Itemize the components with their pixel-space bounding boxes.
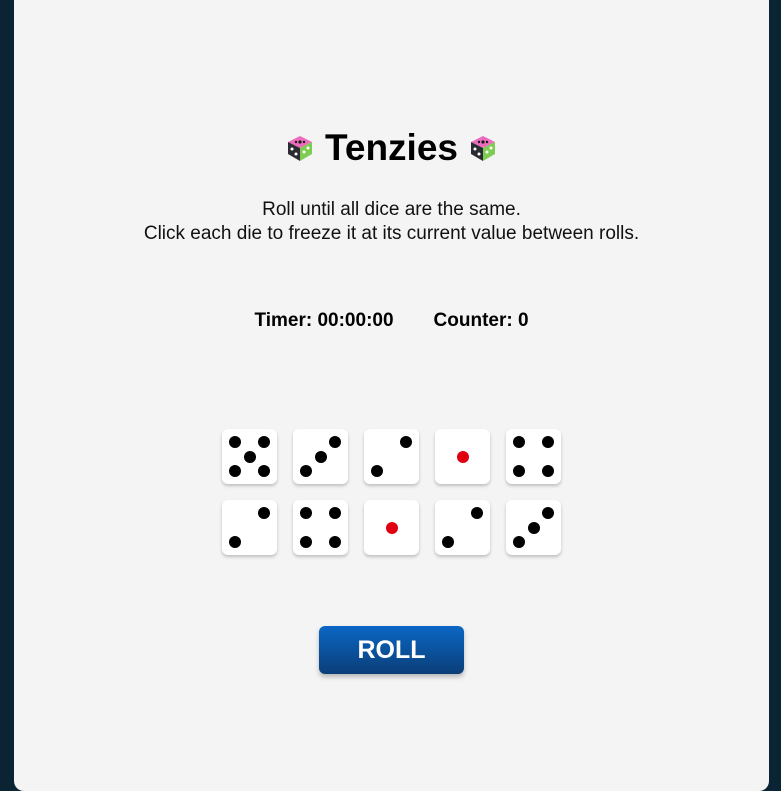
die-pip: [257, 464, 270, 477]
counter-display: Counter: 0: [433, 310, 529, 331]
die[interactable]: [222, 500, 277, 555]
die-pip: [513, 464, 526, 477]
game-card: Tenzies Roll until all dice are the same…: [14, 0, 769, 791]
die-pip: [527, 521, 540, 534]
instructions-line-1: Roll until all dice are the same.: [262, 199, 521, 220]
die-pip: [470, 507, 483, 520]
die[interactable]: [222, 429, 277, 484]
die-pip: [229, 436, 242, 449]
die-pip: [371, 464, 384, 477]
die-pip: [300, 507, 313, 520]
die-pip: [513, 436, 526, 449]
die[interactable]: [364, 429, 419, 484]
die-pip: [442, 535, 455, 548]
die[interactable]: [293, 429, 348, 484]
die-pip: [300, 464, 313, 477]
die-pip: [456, 450, 469, 463]
dice-icon: [288, 136, 313, 161]
die-pip: [314, 450, 327, 463]
die-pip: [541, 507, 554, 520]
die-pip: [229, 464, 242, 477]
die-pip: [328, 507, 341, 520]
page-title: Tenzies: [325, 127, 458, 168]
die[interactable]: [435, 500, 490, 555]
die-pip: [328, 436, 341, 449]
instructions: Roll until all dice are the same. Click …: [14, 198, 769, 246]
die-pip: [385, 521, 398, 534]
die-pip: [300, 535, 313, 548]
die-pip: [257, 507, 270, 520]
die-pip: [399, 436, 412, 449]
die-pip: [229, 535, 242, 548]
die[interactable]: [506, 500, 561, 555]
die[interactable]: [435, 429, 490, 484]
dice-grid: [222, 429, 561, 555]
die-pip: [328, 535, 341, 548]
stats-bar: Timer: 00:00:00 Counter: 0: [14, 310, 769, 332]
die-pip: [243, 450, 256, 463]
dice-icon: [470, 136, 495, 161]
die[interactable]: [293, 500, 348, 555]
die[interactable]: [506, 429, 561, 484]
timer-display: Timer: 00:00:00: [254, 310, 394, 331]
instructions-line-2: Click each die to freeze it at its curre…: [143, 223, 640, 244]
die-pip: [541, 436, 554, 449]
die-pip: [541, 464, 554, 477]
die-pip: [257, 436, 270, 449]
die-pip: [513, 535, 526, 548]
die[interactable]: [364, 500, 419, 555]
roll-button[interactable]: ROLL: [319, 626, 464, 674]
title-row: Tenzies: [14, 125, 769, 171]
